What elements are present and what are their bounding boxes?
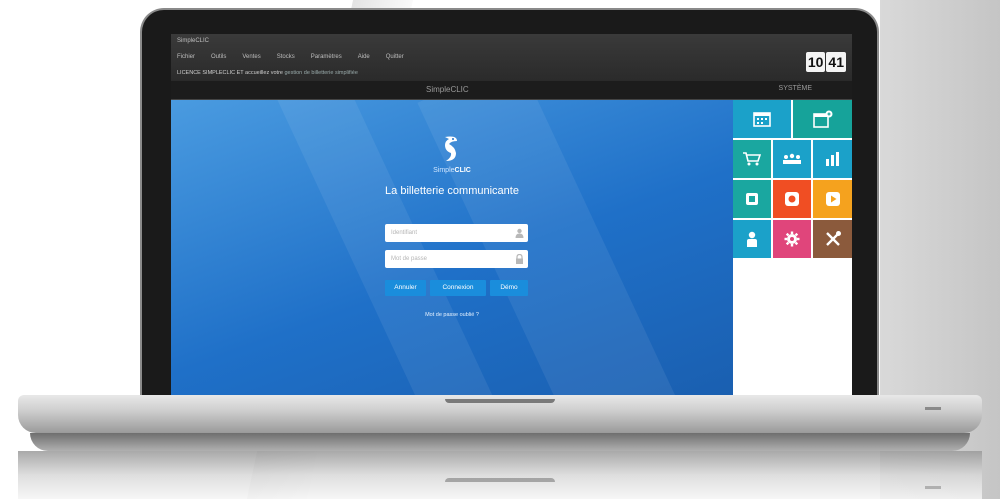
menu-item-settings[interactable]: Paramètres [311, 54, 342, 60]
menu-item-file[interactable]: Fichier [177, 54, 195, 60]
bar-chart-icon [825, 152, 839, 166]
laptop-indicator [925, 407, 941, 410]
forgot-password-link[interactable]: Mot de passe oublié ? [171, 312, 733, 318]
app-titlebar: SimpleCLIC SYSTÈME [171, 81, 852, 100]
main-menu: Fichier Outils Ventes Stocks Paramètres … [177, 54, 404, 60]
cart-icon [743, 152, 761, 166]
brand-name: SimpleCLIC [171, 167, 733, 174]
audience-icon [783, 153, 801, 164]
screen: SimpleCLIC Fichier Outils Ventes Stocks … [171, 34, 852, 396]
tile-user[interactable] [733, 220, 771, 258]
laptop-base-underside [30, 433, 970, 451]
tile-cart[interactable] [733, 140, 771, 178]
username-field[interactable]: Identifiant [385, 224, 528, 242]
menu-item-tools[interactable]: Outils [211, 54, 226, 60]
tile-print[interactable] [773, 180, 811, 218]
print-icon [785, 192, 799, 206]
password-field[interactable]: Mot de passe [385, 250, 528, 268]
calendar-add-icon [812, 110, 832, 128]
tab-systems[interactable]: SYSTÈME [779, 85, 812, 92]
user-icon [747, 231, 757, 247]
status-line: LICENCE SIMPLECLIC ET accueillez votre g… [177, 70, 358, 76]
tile-menu [733, 100, 852, 396]
gear-icon [784, 231, 800, 247]
username-placeholder: Identifiant [391, 230, 418, 236]
window-title: SimpleCLIC [177, 38, 210, 44]
tile-audience[interactable] [773, 140, 811, 178]
connect-button[interactable]: Connexion [430, 280, 486, 296]
menu-item-sales[interactable]: Ventes [242, 54, 260, 60]
lock-icon [516, 254, 523, 264]
calendar-icon [753, 112, 771, 127]
user-icon [515, 228, 524, 238]
demo-button[interactable]: Démo [490, 280, 528, 296]
brand-suffix: CLIC [454, 167, 471, 174]
menu-item-stocks[interactable]: Stocks [277, 54, 295, 60]
laptop-notch [445, 399, 555, 403]
tile-calendar[interactable] [733, 100, 791, 138]
tagline: La billetterie communicante [385, 185, 519, 197]
menu-item-help[interactable]: Aide [358, 54, 370, 60]
laptop-indicator-reflection [925, 486, 941, 489]
clock-minute: 41 [826, 52, 846, 72]
tile-tools[interactable] [813, 220, 852, 258]
tools-icon [825, 231, 841, 246]
laptop-reflection [18, 451, 982, 499]
tile-calendar-add[interactable] [793, 100, 852, 138]
laptop-notch-reflection [445, 478, 555, 482]
status-text: LICENCE SIMPLECLIC ET accueillez votre [177, 70, 283, 76]
clock-hour: 10 [805, 52, 826, 72]
tile-ticket[interactable] [733, 180, 771, 218]
password-placeholder: Mot de passe [391, 256, 428, 262]
logo-icon [445, 136, 457, 161]
tile-stats[interactable] [813, 140, 852, 178]
login-buttons: Annuler Connexion Démo [385, 280, 528, 296]
brand-prefix: Simple [433, 167, 455, 174]
app-title: SimpleCLIC [426, 85, 469, 94]
media-icon [825, 192, 840, 206]
tile-media[interactable] [813, 180, 852, 218]
menu-bar: SimpleCLIC Fichier Outils Ventes Stocks … [171, 34, 852, 80]
menu-item-quit[interactable]: Quitter [386, 54, 404, 60]
login-panel: SimpleCLIC La billetterie communicante I… [171, 100, 733, 396]
cancel-button[interactable]: Annuler [385, 280, 426, 296]
clock: 10 41 [805, 52, 846, 72]
status-hint: gestion de billetterie simplifiée [284, 70, 358, 76]
tile-settings[interactable] [773, 220, 811, 258]
ticket-icon [746, 193, 758, 205]
